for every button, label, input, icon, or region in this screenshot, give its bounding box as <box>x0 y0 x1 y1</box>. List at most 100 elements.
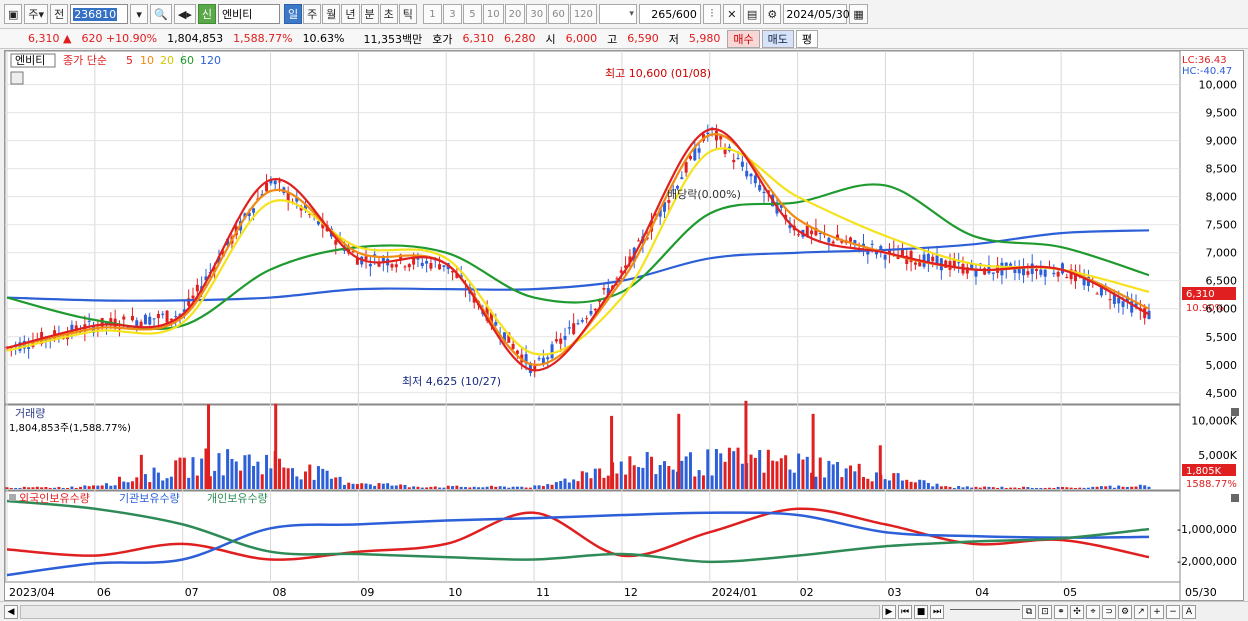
scroll-right-icon[interactable]: ▶ <box>882 604 896 619</box>
buy-button[interactable]: 매수 <box>727 29 760 48</box>
interval-tab-30[interactable]: 30 <box>526 4 548 24</box>
link-icon[interactable]: ⚭ <box>1054 604 1068 619</box>
open-price: 6,000 <box>565 32 598 45</box>
holder-panel-close-icon[interactable] <box>1231 494 1239 502</box>
interval-tab-3[interactable]: 3 <box>442 4 462 24</box>
period-tab-6[interactable]: 틱 <box>398 4 417 24</box>
arrow-icon[interactable]: ↗ <box>1134 604 1148 619</box>
date-input[interactable]: 2024/05/30 <box>783 4 850 24</box>
draw-tool-icon[interactable]: ✕ <box>722 4 741 24</box>
bar-count-input[interactable]: 265/600 <box>638 4 701 24</box>
grid-toggle-icon[interactable] <box>10 71 24 85</box>
text-size-icon[interactable]: A <box>1182 604 1196 619</box>
volume-bar <box>541 486 545 489</box>
volume-bar <box>360 483 364 489</box>
interval-tab-120[interactable]: 120 <box>569 4 597 24</box>
volume-bar <box>48 487 52 489</box>
period-tab-5[interactable]: 초 <box>379 4 398 24</box>
crosshair-icon[interactable]: ✣ <box>1070 604 1084 619</box>
zoom-in-icon[interactable]: + <box>1150 604 1164 619</box>
volume-bar <box>260 474 264 489</box>
x-tick-label: 2024/01 <box>712 586 758 599</box>
candle-body <box>1026 271 1030 275</box>
interval-tab-10[interactable]: 10 <box>482 4 504 24</box>
volume-bar <box>1143 485 1147 489</box>
candle-body <box>1035 268 1039 271</box>
chart-type-icon[interactable]: ⫶ <box>702 4 721 24</box>
calendar-icon[interactable]: ▦ <box>849 4 868 24</box>
volume-bar <box>892 473 896 489</box>
volume-bar <box>836 461 840 489</box>
chart-scrollbar[interactable] <box>20 604 880 619</box>
chart-toolbar: ▣ 주 ▾ 전 236810 ▾ 🔍 ◀▸ 신 엔비티 일주월년분초틱 1 3 5 10… <box>0 0 1248 29</box>
chart-area[interactable]: 엔비티 종가 단순 5 10 20 60 120 LC:36.43 HC:-40… <box>4 50 1244 601</box>
stock-code-input[interactable]: 236810 <box>70 4 129 24</box>
volume-bar <box>1000 486 1004 489</box>
period-tab-0[interactable]: 일 <box>284 4 303 24</box>
volume-bar <box>991 487 995 489</box>
volume-bar <box>477 487 481 489</box>
volume-bar <box>606 475 610 489</box>
stock-name-field[interactable]: 엔비티 <box>218 4 280 24</box>
volume-bar <box>165 478 169 489</box>
save-icon[interactable]: ▤ <box>742 4 762 24</box>
scroll-left-icon[interactable]: ◀ <box>4 604 18 619</box>
average-button[interactable]: 평 <box>795 29 818 48</box>
volume-bar <box>1091 486 1095 489</box>
zoom-slider[interactable] <box>950 608 1020 615</box>
search-icon[interactable]: 🔍 <box>150 4 172 24</box>
volume-bar <box>779 458 783 489</box>
candle-body <box>156 313 160 319</box>
candle-body <box>27 347 31 350</box>
last-page-icon[interactable]: ⏭ <box>930 604 944 619</box>
market-dropdown[interactable]: 주 ▾ <box>24 4 49 24</box>
prev-button[interactable]: 전 <box>50 4 69 24</box>
sell-button[interactable]: 매도 <box>761 29 794 48</box>
period-tab-3[interactable]: 년 <box>341 4 360 24</box>
candle-body <box>762 191 766 194</box>
interval-dropdown[interactable]: ▾ <box>598 4 637 24</box>
chart-svg[interactable]: 엔비티 종가 단순 5 10 20 60 120 LC:36.43 HC:-40… <box>4 50 1243 600</box>
period-tab-4[interactable]: 분 <box>360 4 379 24</box>
volume-bar <box>386 483 390 489</box>
interval-tab-5[interactable]: 5 <box>462 4 482 24</box>
period-tab-2[interactable]: 월 <box>322 4 341 24</box>
stop-icon[interactable]: ■ <box>914 604 928 619</box>
interval-tab-60[interactable]: 60 <box>548 4 569 24</box>
window-icon[interactable]: ▣ <box>4 4 23 24</box>
candle-body <box>913 262 917 265</box>
magnet-icon[interactable]: ⊃ <box>1102 604 1116 619</box>
settings-small-icon[interactable]: ⚙ <box>1118 604 1132 619</box>
gear-icon[interactable]: ⚙ <box>763 4 782 24</box>
volume-bar <box>364 483 368 489</box>
candle-body <box>559 338 563 344</box>
volume-bar <box>663 461 667 489</box>
volume-y-tick: 10,000K <box>1191 415 1237 428</box>
layout-icon[interactable]: ⊡ <box>1038 604 1052 619</box>
period-tab-1[interactable]: 주 <box>303 4 322 24</box>
first-page-icon[interactable]: ⏮ <box>898 604 912 619</box>
volume-bar <box>645 452 649 489</box>
speaker-icon[interactable]: ◀▸ <box>173 4 196 24</box>
volume-bar <box>169 476 173 489</box>
zoom-out-icon[interactable]: − <box>1166 604 1180 619</box>
ruler-icon[interactable]: ⌖ <box>1086 604 1100 619</box>
ask-price: 6,310 <box>462 32 495 45</box>
volume-bar <box>637 467 641 489</box>
volume-bar <box>580 471 584 489</box>
volume-spike-bar <box>207 404 211 489</box>
volume-bar <box>1056 486 1060 489</box>
interval-tab-1[interactable]: 1 <box>422 4 442 24</box>
volume-bar <box>291 468 294 489</box>
volume-bar <box>420 487 424 489</box>
volume-bar <box>961 487 965 489</box>
candle-body <box>602 287 606 290</box>
new-listing-badge: 신 <box>197 4 216 24</box>
interval-tab-20[interactable]: 20 <box>504 4 526 24</box>
volume-bar <box>1095 486 1099 489</box>
code-dropdown-icon[interactable]: ▾ <box>130 4 149 24</box>
candle-body <box>619 270 623 273</box>
volume-bar <box>195 475 199 489</box>
copy-icon[interactable]: ⧉ <box>1022 604 1036 619</box>
candle-body <box>1056 271 1060 277</box>
